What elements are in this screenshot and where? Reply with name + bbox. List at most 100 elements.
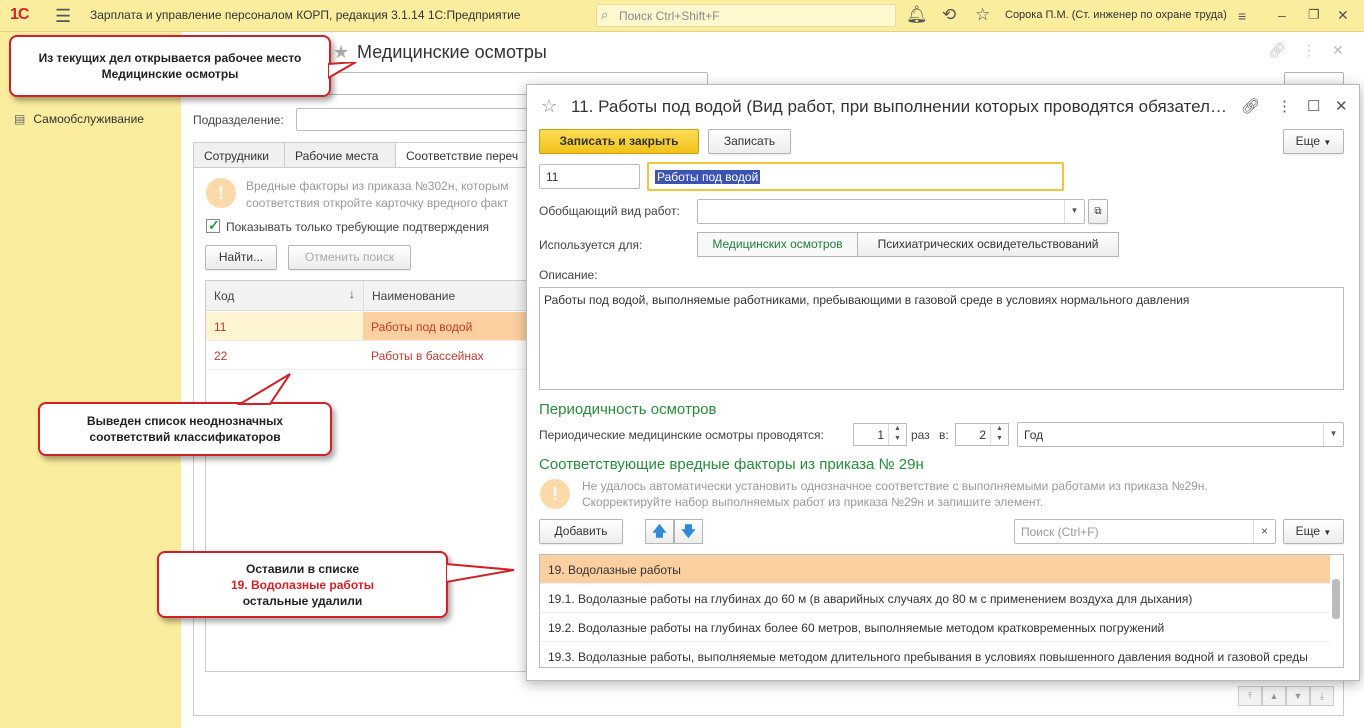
page-title: Медицинские осмотры — [357, 42, 547, 62]
app-logo[interactable]: 1С — [10, 6, 29, 24]
general-kind-field[interactable]: ▼ — [697, 199, 1085, 224]
stepper-arrows-icon[interactable]: ▲ ▼ — [990, 424, 1008, 445]
row-code: 11 — [214, 320, 227, 334]
dialog-link-icon[interactable]: 🔗︎ — [1241, 97, 1260, 115]
add-button[interactable]: Добавить — [539, 519, 623, 544]
move-down-icon[interactable]: 🡇 — [674, 519, 703, 544]
favorites-star-icon[interactable]: ☆ — [975, 5, 990, 25]
list-more-button[interactable]: Еще ▼ — [1283, 519, 1344, 544]
close-form-icon[interactable]: ✕ — [1332, 42, 1344, 59]
bell-icon[interactable]: 🔔︎ — [906, 5, 928, 25]
times-value: 1 — [877, 428, 884, 442]
callout3-line3: остальные удалили — [242, 593, 363, 608]
clear-search-icon[interactable]: × — [1253, 520, 1275, 543]
chevron-down-icon[interactable]: ▼ — [1323, 423, 1343, 446]
find-button[interactable]: Найти... — [205, 245, 277, 270]
open-icon[interactable]: ⧉ — [1088, 199, 1108, 224]
list-scrollbar[interactable] — [1332, 559, 1340, 663]
callout3-line1: Оставили в списке — [245, 561, 359, 576]
save-button[interactable]: Записать — [708, 129, 791, 154]
times-stepper[interactable]: 1 ▲ ▼ — [853, 423, 907, 446]
list-search-placeholder: Поиск (Ctrl+F) — [1021, 525, 1099, 539]
list-item[interactable]: 19.2. Водолазные работы на глубинах боле… — [540, 613, 1330, 642]
factors-note-line2: Скорректируйте набор выполняемых работ и… — [582, 495, 1044, 509]
page-up-button[interactable]: ▲ — [1262, 686, 1286, 706]
tab-employees[interactable]: Сотрудники — [193, 142, 285, 168]
sidebar-item-self-service[interactable]: ▤ Самообслуживание — [14, 112, 144, 126]
minimize-icon[interactable]: – — [1278, 7, 1286, 23]
restore-window-icon[interactable]: ❐ — [1308, 7, 1320, 23]
name-field[interactable]: Работы под водой — [647, 162, 1064, 191]
toggle-psychiatric-exams[interactable]: Психиатрических освидетельствований — [857, 232, 1119, 257]
dialog-close-icon[interactable]: ✕ — [1335, 97, 1348, 115]
period-value: 2 — [979, 428, 986, 442]
dialog-more-vertical-icon[interactable]: ⋮ — [1277, 97, 1292, 115]
description-textarea[interactable]: Работы под водой, выполняемые работникам… — [539, 287, 1344, 390]
page-first-button[interactable]: ⤒ — [1238, 686, 1262, 706]
period-unit-value: Год — [1024, 428, 1044, 442]
work-kind-dialog: ☆ 11. Работы под водой (Вид работ, при в… — [526, 84, 1360, 681]
more-button[interactable]: Еще ▼ — [1283, 129, 1344, 154]
in-label: в: — [939, 428, 949, 442]
factors-title: Соответствующие вредные факторы из прика… — [539, 456, 924, 473]
global-search-input[interactable]: ⌕ Поиск Ctrl+Shift+F — [596, 4, 896, 27]
subdivision-label: Подразделение: — [193, 113, 284, 127]
table-row[interactable]: 22 Работы в бассейнах — [206, 341, 534, 370]
row-name: Работы в бассейнах — [371, 349, 484, 363]
column-header-name[interactable]: Наименование — [363, 281, 534, 311]
current-user[interactable]: Сорока П.М. (Ст. инженер по охране труда… — [1005, 9, 1227, 21]
column-header-code-label: Код — [214, 289, 235, 303]
stepper-arrows-icon[interactable]: ▲ ▼ — [888, 424, 906, 445]
list-search-input[interactable]: Поиск (Ctrl+F) × — [1014, 519, 1276, 544]
callout2-pointer — [236, 373, 291, 405]
chevron-down-icon[interactable]: ▼ — [1064, 200, 1084, 223]
favorite-star-icon[interactable]: ★ — [333, 42, 349, 63]
move-up-icon[interactable]: 🡅 — [645, 519, 674, 544]
factors-note: Не удалось автоматически установить одно… — [582, 478, 1208, 510]
settings-menu-icon[interactable]: ≡ — [1238, 8, 1246, 24]
history-icon[interactable]: ⟲ — [942, 5, 956, 25]
column-header-code[interactable]: Код ↓ — [206, 281, 363, 311]
list-item[interactable]: 19.3. Водолазные работы, выполняемые мет… — [540, 642, 1330, 667]
period-unit-select[interactable]: Год ▼ — [1017, 422, 1344, 447]
toggle-medical-exams[interactable]: Медицинских осмотров — [697, 232, 858, 257]
show-required-checkbox[interactable] — [206, 217, 220, 234]
page-last-button[interactable]: ⤓ — [1310, 686, 1334, 706]
app-title: Зарплата и управление персоналом КОРП, р… — [90, 8, 521, 22]
close-app-icon[interactable]: ✕ — [1337, 7, 1349, 24]
general-kind-label: Обобщающий вид работ: — [539, 204, 680, 218]
period-stepper[interactable]: 2 ▲ ▼ — [955, 423, 1009, 446]
callout2-line2: соответствий классификаторов — [89, 430, 281, 444]
list-item[interactable]: 19. Водолазные работы — [540, 555, 1330, 584]
dialog-maximize-icon[interactable]: ☐ — [1307, 97, 1320, 115]
periodicity-label: Периодические медицинские осмотры провод… — [539, 428, 824, 442]
sort-down-icon: ↓ — [349, 287, 355, 301]
search-icon: ⌕ — [601, 7, 609, 22]
subdivision-input[interactable] — [296, 108, 536, 131]
callout-open-workplace: Из текущих дел открывается рабочее место… — [9, 35, 331, 97]
link-icon[interactable]: 🔗︎ — [1268, 42, 1286, 59]
chevron-down-icon: ▼ — [1323, 138, 1332, 147]
page-down-button[interactable]: ▼ — [1286, 686, 1310, 706]
more-vertical-icon[interactable]: ⋮ — [1302, 42, 1316, 59]
tab-workplaces[interactable]: Рабочие места — [284, 142, 396, 168]
callout3-line2: 19. Водолазные работы — [231, 577, 374, 592]
info-icon: ! — [540, 479, 570, 509]
more-button-label: Еще — [1295, 134, 1321, 148]
show-required-label: Показывать только требующие подтверждени… — [226, 220, 490, 234]
name-field-value: Работы под водой — [655, 170, 761, 184]
sidebar-item-label: Самообслуживание — [33, 112, 144, 126]
list-item[interactable]: 19.1. Водолазные работы на глубинах до 6… — [540, 584, 1330, 613]
table-row[interactable]: 11 Работы под водой — [206, 312, 534, 341]
tab-correspondence[interactable]: Соответствие переч — [395, 142, 535, 168]
callout3-pointer — [446, 562, 515, 584]
code-field[interactable]: 11 — [539, 164, 640, 189]
bg-note-line1: Вредные факторы из приказа №302н, которы… — [246, 179, 509, 193]
cancel-search-button[interactable]: Отменить поиск — [288, 245, 411, 270]
scrollbar-thumb[interactable] — [1332, 579, 1340, 619]
dialog-favorite-star-icon[interactable]: ☆ — [541, 96, 557, 117]
save-and-close-button[interactable]: Записать и закрыть — [539, 129, 699, 154]
periodicity-title: Периодичность осмотров — [539, 401, 717, 418]
menu-icon[interactable]: ☰ — [55, 6, 71, 27]
callout-ambiguous-list: Выведен список неоднозначных соответстви… — [38, 402, 332, 456]
